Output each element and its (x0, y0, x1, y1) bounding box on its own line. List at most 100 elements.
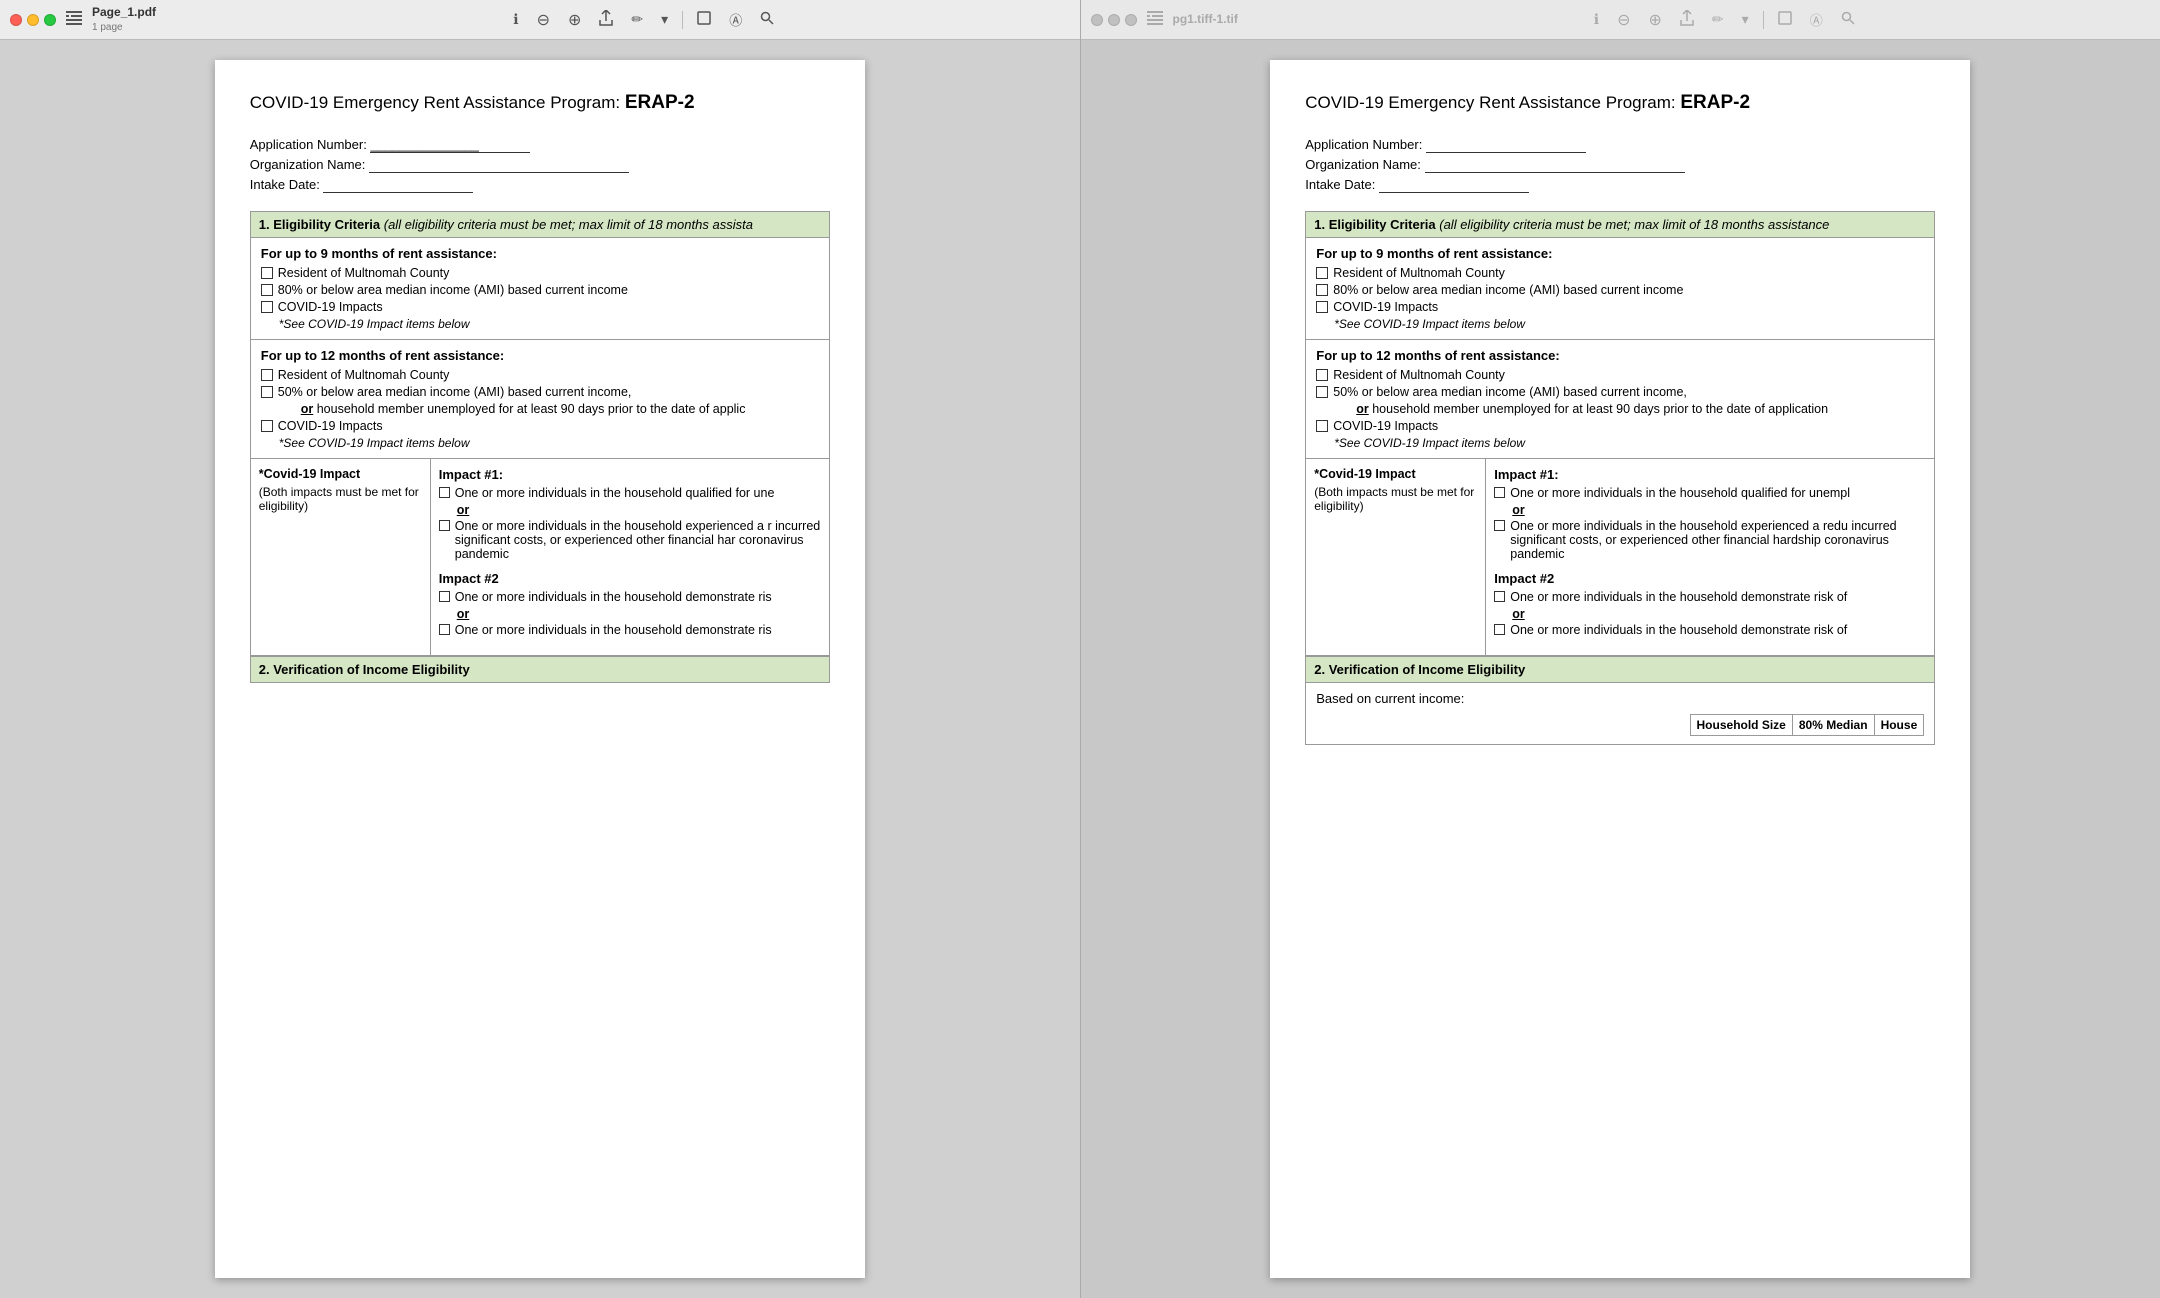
org-name-line: Organization Name: (250, 157, 830, 173)
left-12m-or-line: or household member unemployed for at le… (281, 402, 819, 416)
left-filename: Page_1.pdf (92, 5, 156, 21)
left-file-title: Page_1.pdf 1 page (92, 5, 156, 34)
left-12m-cb1[interactable] (261, 369, 273, 381)
right-12m-cb3[interactable] (1316, 420, 1328, 432)
right-doc-scroll[interactable]: COVID-19 Emergency Rent Assistance Progr… (1081, 40, 2160, 1298)
close-button[interactable] (10, 14, 22, 26)
left-doc-scroll[interactable]: COVID-19 Emergency Rent Assistance Progr… (0, 40, 1080, 1298)
left-section1-title: 1. Eligibility Criteria (259, 217, 380, 232)
right-i2-cb1[interactable] (1494, 591, 1505, 602)
right-i1-item1: One or more individuals in the household… (1494, 486, 1926, 500)
right-intake-date-value (1379, 177, 1529, 193)
right-zoom-in-icon[interactable]: ⊕ (1645, 8, 1666, 32)
right-12m-text3: COVID-19 Impacts (1333, 419, 1438, 433)
left-12m-text3: COVID-19 Impacts (278, 419, 383, 433)
right-share-icon[interactable] (1676, 8, 1698, 31)
right-toolbar-left: pg1.tiff-1.tif (1091, 9, 1291, 30)
intake-date-value (323, 177, 473, 193)
sidebar-toggle-icon[interactable] (62, 9, 86, 30)
right-9m-item1: Resident of Multnomah County (1316, 266, 1924, 280)
right-i1-cb2[interactable] (1494, 520, 1505, 531)
right-9m-cb3[interactable] (1316, 301, 1328, 313)
right-search-icon[interactable] (1837, 9, 1859, 30)
search-icon[interactable] (756, 9, 778, 30)
left-subtitle: 1 page (92, 21, 156, 34)
right-i1-cb1[interactable] (1494, 487, 1505, 498)
table-header-col2: 80% Median (1792, 714, 1874, 735)
right-pen-icon[interactable]: ✏ (1708, 9, 1728, 30)
table-header-col1: Household Size (1690, 714, 1792, 735)
left-i1-cb2[interactable] (439, 520, 450, 531)
left-doc-page: COVID-19 Emergency Rent Assistance Progr… (215, 60, 865, 1278)
left-9m-cb2[interactable] (261, 284, 273, 296)
right-impact1: Impact #1: One or more individuals in th… (1494, 467, 1926, 561)
right-doc-page: COVID-19 Emergency Rent Assistance Progr… (1270, 60, 1970, 1278)
right-tl-1 (1091, 14, 1103, 26)
pen-icon[interactable]: ✏ (627, 9, 647, 30)
left-impact1-title: Impact #1: (439, 467, 821, 482)
right-i2-cb2[interactable] (1494, 624, 1505, 635)
right-doc-title: COVID-19 Emergency Rent Assistance Progr… (1305, 90, 1935, 117)
minimize-button[interactable] (27, 14, 39, 26)
left-12m-item1: Resident of Multnomah County (261, 368, 819, 382)
left-9m-cb3[interactable] (261, 301, 273, 313)
intake-date-label: Intake Date: (250, 177, 320, 192)
right-app-number-value (1426, 137, 1586, 153)
zoom-out-icon[interactable]: ⊖ (533, 8, 554, 32)
left-i2-cb2[interactable] (439, 624, 450, 635)
right-panel: pg1.tiff-1.tif ℹ ⊖ ⊕ ✏ ▾ Ⓐ (1081, 0, 2160, 1298)
left-covid-left: *Covid-19 Impact (Both impacts must be m… (251, 459, 431, 655)
right-info-icon[interactable]: ℹ (1590, 9, 1603, 30)
right-covid-note: (Both impacts must be met for eligibilit… (1314, 485, 1477, 513)
left-9m-item2: 80% or below area median income (AMI) ba… (261, 283, 819, 297)
left-covid-table: *Covid-19 Impact (Both impacts must be m… (250, 459, 830, 656)
right-crop-icon[interactable] (1774, 9, 1796, 30)
share-icon[interactable] (595, 8, 617, 31)
circle-a-icon[interactable]: Ⓐ (725, 8, 746, 31)
left-9m-cb1[interactable] (261, 267, 273, 279)
left-i2-item2: One or more individuals in the household… (439, 623, 821, 637)
left-12m-or-continue: household member unemployed for at least… (317, 402, 746, 416)
left-i1-text1: One or more individuals in the household… (455, 486, 775, 500)
right-toolbar-divider (1763, 11, 1764, 29)
pen-caret-icon[interactable]: ▾ (657, 9, 672, 30)
right-i1-item2: One or more individuals in the household… (1494, 519, 1926, 561)
maximize-button[interactable] (44, 14, 56, 26)
left-title-bold: ERAP-2 (625, 92, 695, 113)
left-12months-title: For up to 12 months of rent assistance: (261, 348, 819, 363)
right-12months-title: For up to 12 months of rent assistance: (1316, 348, 1924, 363)
right-filename: pg1.tiff-1.tif (1173, 12, 1238, 28)
left-i1-cb1[interactable] (439, 487, 450, 498)
right-12m-text2: 50% or below area median income (AMI) ba… (1333, 385, 1687, 399)
left-i1-item1: One or more individuals in the household… (439, 486, 821, 500)
left-section1-header: 1. Eligibility Criteria (all eligibility… (250, 211, 830, 238)
right-9m-text2: 80% or below area median income (AMI) ba… (1333, 283, 1683, 297)
traffic-lights (10, 14, 56, 26)
right-12m-cb2[interactable] (1316, 386, 1328, 398)
right-9m-cb1[interactable] (1316, 267, 1328, 279)
zoom-in-icon[interactable]: ⊕ (564, 8, 585, 32)
left-impact1: Impact #1: One or more individuals in th… (439, 467, 821, 561)
right-zoom-out-icon[interactable]: ⊖ (1613, 8, 1634, 32)
left-9m-item3: COVID-19 Impacts (261, 300, 819, 314)
left-12m-cb2[interactable] (261, 386, 273, 398)
right-income-table: Household Size 80% Median House (1690, 714, 1925, 736)
left-12m-cb3[interactable] (261, 420, 273, 432)
crop-icon[interactable] (693, 9, 715, 30)
right-12m-cb1[interactable] (1316, 369, 1328, 381)
right-sidebar-toggle[interactable] (1143, 9, 1167, 30)
info-icon[interactable]: ℹ (509, 9, 522, 30)
right-section1-title: 1. Eligibility Criteria (1314, 217, 1435, 232)
right-circle-a-icon[interactable]: Ⓐ (1806, 8, 1827, 31)
right-pen-caret-icon[interactable]: ▾ (1738, 9, 1753, 30)
right-covid-label: *Covid-19 Impact (1314, 467, 1477, 481)
right-section2-content: Based on current income: Household Size … (1305, 683, 1935, 745)
left-12m-item2: 50% or below area median income (AMI) ba… (261, 385, 819, 399)
left-panel: Page_1.pdf 1 page ℹ ⊖ ⊕ ✏ ▾ (0, 0, 1081, 1298)
left-i2-item1: One or more individuals in the household… (439, 590, 821, 604)
right-9m-cb2[interactable] (1316, 284, 1328, 296)
right-section2-title: 2. Verification of Income Eligibility (1314, 662, 1525, 677)
left-doc-title: COVID-19 Emergency Rent Assistance Progr… (250, 90, 830, 117)
app-number-label: Application Number: (250, 137, 367, 152)
left-i2-cb1[interactable] (439, 591, 450, 602)
